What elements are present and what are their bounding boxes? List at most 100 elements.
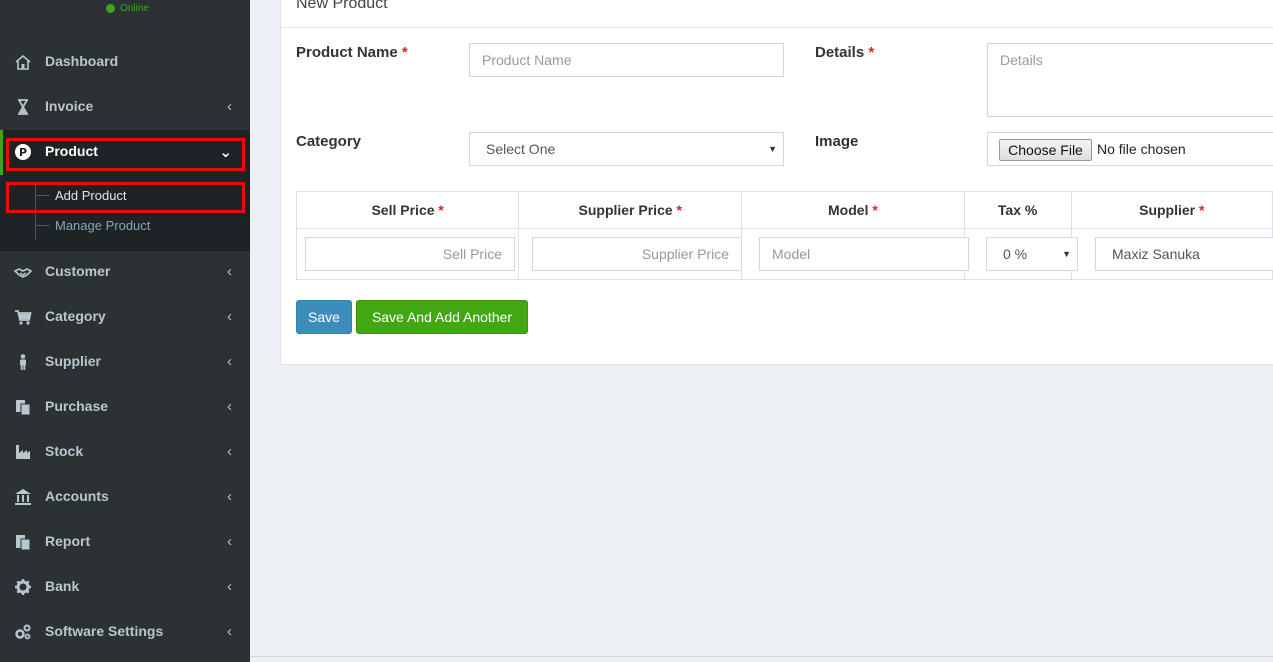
chevron-down-icon: ⌄ — [219, 144, 232, 161]
sidebar-item-bank[interactable]: Bank ‹ — [0, 565, 250, 610]
home-icon — [15, 54, 31, 70]
input-placeholder: Sell Price — [442, 246, 502, 262]
sidebar-item-supplier[interactable]: Supplier ‹ — [0, 340, 250, 385]
sidebar-item-software-settings[interactable]: Software Settings ‹ — [0, 610, 250, 655]
bank-building-icon — [15, 489, 31, 505]
documents-icon — [16, 400, 31, 416]
sidebar-item-label: Invoice — [45, 98, 94, 114]
chevron-left-icon: ‹ — [227, 98, 232, 115]
user-status: Online — [0, 0, 250, 20]
required-mark: * — [676, 202, 682, 218]
header-text: Sell Price — [371, 202, 435, 218]
chevron-left-icon: ‹ — [227, 308, 232, 325]
label-text: Product Name — [296, 44, 398, 61]
handshake-icon — [14, 268, 32, 278]
chevron-left-icon: ‹ — [227, 398, 232, 415]
supplier-price-input[interactable]: Supplier Price — [532, 237, 742, 271]
sidebar: Online Dashboard Invoice ‹ P Product ⌄ A… — [0, 0, 250, 662]
chevron-left-icon: ‹ — [227, 353, 232, 370]
sidebar-item-label: Bank — [45, 578, 80, 594]
sidebar-item-label: Dashboard — [45, 53, 119, 69]
required-mark: * — [868, 44, 875, 61]
submenu-item-label: Manage Product — [55, 218, 151, 233]
chevron-left-icon: ‹ — [227, 488, 232, 505]
sidebar-item-stock[interactable]: Stock ‹ — [0, 430, 250, 475]
factory-icon — [16, 445, 30, 459]
sidebar-item-customer[interactable]: Customer ‹ — [0, 250, 250, 295]
cart-icon — [15, 310, 32, 325]
required-mark: * — [872, 202, 878, 218]
tree-branch — [35, 225, 50, 226]
submenu-item-add-product[interactable]: Add Product — [0, 182, 250, 210]
supplier-select[interactable]: Maxiz Sanuka — [1095, 237, 1273, 271]
sidebar-item-category[interactable]: Category ‹ — [0, 295, 250, 340]
chevron-left-icon: ‹ — [227, 533, 232, 550]
category-label: Category — [296, 133, 361, 150]
sidebar-item-invoice[interactable]: Invoice ‹ — [0, 85, 250, 130]
product-name-label: Product Name * — [296, 44, 408, 61]
chevron-left-icon: ‹ — [227, 263, 232, 280]
required-mark: * — [401, 44, 408, 61]
sidebar-item-dashboard[interactable]: Dashboard — [0, 40, 250, 85]
sidebar-item-purchase[interactable]: Purchase ‹ — [0, 385, 250, 430]
header-text: Model — [828, 202, 869, 218]
divider — [281, 27, 1273, 28]
category-select[interactable]: Select One ▼ — [469, 132, 784, 166]
sidebar-item-label: Supplier — [45, 353, 102, 369]
sidebar-item-label: Purchase — [45, 398, 109, 414]
chevron-left-icon: ‹ — [227, 578, 232, 595]
sidebar-item-label: Customer — [45, 263, 111, 279]
sell-price-input[interactable]: Sell Price — [305, 237, 515, 271]
footer-divider — [250, 656, 1273, 657]
sidebar-item-accounts[interactable]: Accounts ‹ — [0, 475, 250, 520]
choose-file-button[interactable]: Choose File — [999, 139, 1092, 161]
dropdown-arrow-icon: ▼ — [1062, 249, 1071, 259]
header-text: Supplier — [1139, 202, 1196, 218]
label-text: Category — [296, 133, 362, 150]
gear-icon — [15, 579, 31, 595]
product-p-icon: P — [15, 144, 31, 160]
report-icon — [16, 535, 31, 551]
file-status: No file chosen — [1097, 141, 1186, 157]
sidebar-item-label: Software Settings — [45, 623, 164, 639]
submenu-item-manage-product[interactable]: Manage Product — [0, 212, 250, 240]
sidebar-item-label: Product — [45, 143, 98, 159]
save-button[interactable]: Save — [296, 300, 352, 334]
column-header: Supplier Price * — [518, 191, 743, 229]
product-name-input[interactable]: Product Name — [469, 43, 784, 77]
save-and-add-another-button[interactable]: Save And Add Another — [356, 300, 528, 334]
gears-icon — [15, 624, 31, 640]
required-mark: * — [438, 202, 444, 218]
sidebar-item-label: Category — [45, 308, 106, 324]
details-textarea[interactable]: Details — [987, 43, 1273, 117]
label-text: Details — [815, 44, 865, 61]
select-value: Maxiz Sanuka — [1112, 246, 1200, 262]
online-dot-icon — [106, 4, 115, 13]
input-placeholder: Details — [1000, 52, 1043, 68]
sidebar-item-label: Report — [45, 533, 91, 549]
label-text: Image — [815, 133, 859, 150]
image-label: Image — [815, 133, 858, 150]
select-value: 0 % — [1003, 246, 1028, 262]
sidebar-item-label: Stock — [45, 443, 84, 459]
person-icon — [20, 354, 26, 370]
table-header-row: Sell Price * Supplier Price * Model * Ta… — [295, 191, 1273, 229]
sidebar-item-label: Accounts — [45, 488, 109, 504]
tree-branch — [35, 195, 50, 196]
tax-select[interactable]: 0 % ▼ — [986, 237, 1078, 271]
header-text: Tax % — [997, 202, 1038, 218]
input-placeholder: Model — [772, 246, 811, 262]
submenu-item-label: Add Product — [55, 188, 127, 203]
dropdown-arrow-icon: ▼ — [768, 144, 777, 154]
svg-text:P: P — [19, 146, 27, 159]
column-header: Model * — [741, 191, 965, 229]
sidebar-item-product[interactable]: P Product ⌄ — [0, 130, 250, 175]
model-input[interactable]: Model — [759, 237, 969, 271]
column-header: Tax % — [963, 191, 1072, 229]
hourglass-icon — [18, 99, 28, 115]
details-label: Details * — [815, 44, 874, 61]
status-text: Online — [120, 3, 149, 14]
input-placeholder: Supplier Price — [641, 246, 729, 262]
required-mark: * — [1199, 202, 1205, 218]
sidebar-item-report[interactable]: Report ‹ — [0, 520, 250, 565]
